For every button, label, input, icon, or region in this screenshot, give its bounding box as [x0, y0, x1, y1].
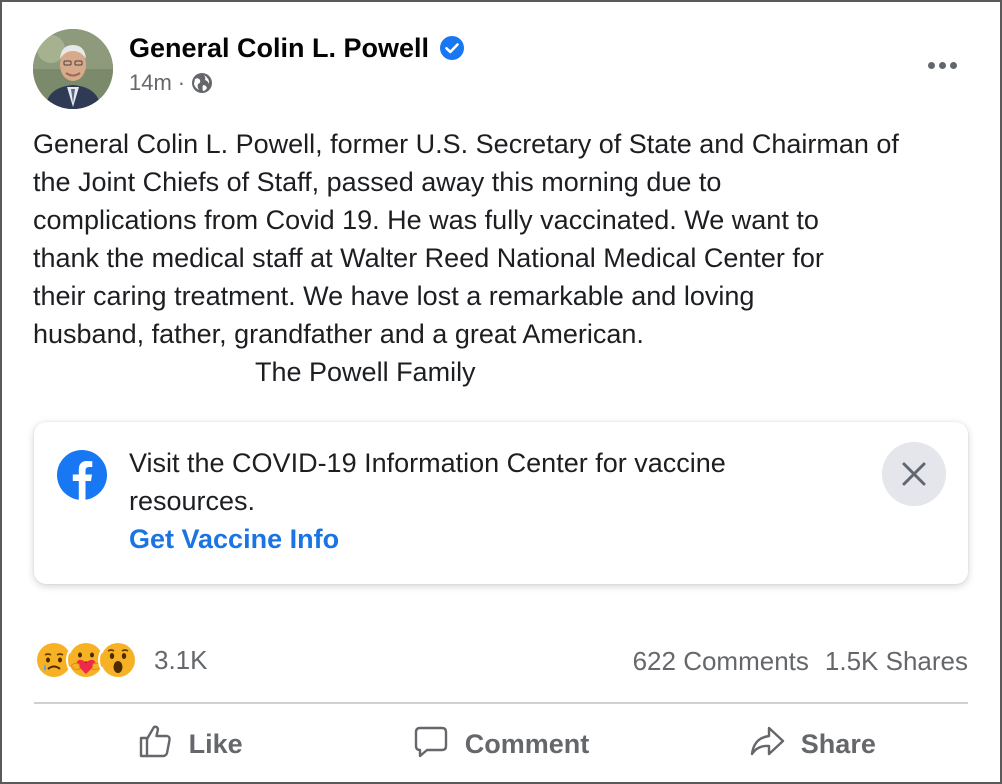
- more-options-icon[interactable]: [922, 48, 962, 82]
- info-card-text-line: resources.: [129, 486, 256, 516]
- info-card-text-line: Visit the COVID-19 Information Center fo…: [129, 448, 726, 478]
- like-label: Like: [188, 728, 243, 759]
- covid-info-card: Visit the COVID-19 Information Center fo…: [34, 422, 968, 584]
- post-meta: 14m ·: [129, 70, 213, 96]
- facebook-logo-icon: [57, 450, 107, 500]
- close-icon[interactable]: [882, 442, 946, 506]
- comment-share-counts: 622 Comments 1.5K Shares: [617, 646, 968, 677]
- like-button[interactable]: Like: [34, 716, 345, 772]
- author-row: General Colin L. Powell: [129, 28, 465, 68]
- post-text-line: complications from Covid 19. He was full…: [33, 205, 819, 235]
- info-card-text: Visit the COVID-19 Information Center fo…: [129, 444, 829, 520]
- post-signature: The Powell Family: [255, 357, 476, 387]
- comment-button[interactable]: Comment: [345, 716, 656, 772]
- post-text-line: the Joint Chiefs of Staff, passed away t…: [33, 167, 722, 197]
- comment-label: Comment: [464, 728, 590, 759]
- wow-reaction-icon: [98, 640, 138, 680]
- post-actions: Like Comment Share: [34, 716, 968, 772]
- actions-divider: [34, 702, 968, 704]
- verified-badge-icon: [440, 36, 465, 60]
- post-text-line: General Colin L. Powell, former U.S. Sec…: [33, 129, 899, 159]
- post-timestamp[interactable]: 14m: [129, 70, 172, 96]
- share-arrow-icon: [749, 723, 801, 766]
- facebook-post: General Colin L. Powell 14m · General Co…: [0, 0, 1002, 784]
- post-text-line: husband, father, grandfather and a great…: [33, 319, 644, 349]
- share-label: Share: [800, 728, 876, 759]
- comment-bubble-icon: [413, 723, 465, 766]
- post-text-line: their caring treatment. We have lost a r…: [33, 281, 755, 311]
- reaction-summary[interactable]: 3.1K: [34, 640, 208, 680]
- thumbs-up-icon: [137, 723, 189, 766]
- share-button[interactable]: Share: [657, 716, 968, 772]
- meta-separator: ·: [177, 70, 186, 95]
- author-name[interactable]: General Colin L. Powell: [129, 33, 429, 64]
- get-vaccine-info-link[interactable]: Get Vaccine Info: [129, 524, 339, 555]
- post-text-line: thank the medical staff at Walter Reed N…: [33, 243, 824, 273]
- author-avatar[interactable]: [33, 29, 113, 109]
- post-message: General Colin L. Powell, former U.S. Sec…: [33, 125, 978, 391]
- shares-count[interactable]: 1.5K Shares: [825, 646, 968, 677]
- globe-icon[interactable]: [191, 72, 213, 94]
- comments-count[interactable]: 622 Comments: [633, 646, 809, 677]
- reaction-count: 3.1K: [154, 644, 208, 675]
- engagement-stats: 3.1K 622 Comments 1.5K Shares: [34, 638, 968, 682]
